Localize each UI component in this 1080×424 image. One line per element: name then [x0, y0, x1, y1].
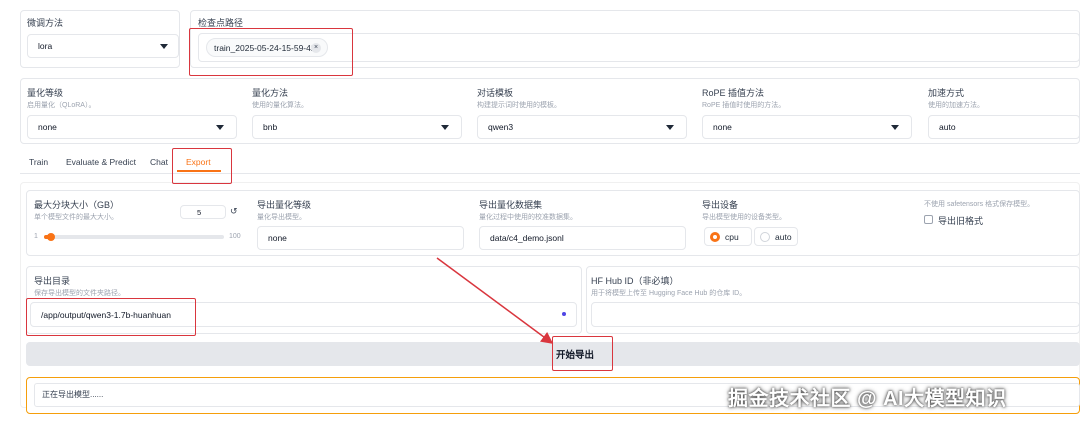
shard-label: 最大分块大小（GB） [34, 200, 120, 210]
checkpoint-input[interactable] [198, 33, 1080, 62]
quant-method-sub: 使用的量化算法。 [252, 102, 308, 109]
export-quant-bit-sub: 量化导出模型。 [257, 214, 306, 221]
checkpoint-chip-label: train_2025-05-24-15-59-42 [214, 42, 316, 53]
export-device-label: 导出设备 [702, 200, 739, 210]
reset-icon[interactable]: ↺ [230, 206, 238, 217]
finetune-label: 微调方法 [27, 18, 64, 28]
template-label: 对话模板 [477, 88, 514, 98]
shard-slider-track[interactable] [44, 233, 224, 241]
checkpoint-chip: train_2025-05-24-15-59-42 × [206, 38, 328, 57]
tab-train[interactable]: Train [29, 157, 48, 167]
rope-select[interactable]: none [702, 115, 912, 139]
chevron-down-icon [891, 125, 899, 130]
chevron-down-icon [216, 125, 224, 130]
export-quant-bit-label: 导出量化等级 [257, 200, 312, 210]
export-quant-dataset-sub: 量化过程中使用的校准数据集。 [479, 214, 577, 221]
chevron-down-icon [160, 44, 168, 49]
booster-sub: 使用的加速方法。 [928, 102, 984, 109]
rope-sub: RoPE 插值时使用的方法。 [702, 102, 786, 109]
finetune-select[interactable]: lora [27, 34, 179, 58]
quant-bit-label: 量化等级 [27, 88, 64, 98]
quant-bit-select[interactable]: none [27, 115, 237, 139]
tab-active-underline [177, 170, 221, 172]
export-dir-sub: 保存导出模型的文件夹路径。 [34, 290, 125, 297]
shard-sub: 单个模型文件的最大大小。 [34, 214, 118, 221]
device-radio-auto-label: auto [775, 231, 792, 242]
export-legacy-hint: 不使用 safetensors 格式保存模型。 [924, 201, 1035, 208]
quant-bit-sub: 启用量化（QLoRA）。 [27, 102, 96, 109]
tab-export[interactable]: Export [186, 157, 211, 167]
device-radio-auto[interactable]: auto [754, 227, 798, 246]
export-legacy-label: 导出旧格式 [938, 216, 984, 226]
radio-selected-icon [710, 232, 720, 242]
export-quant-dataset-label: 导出量化数据集 [479, 200, 543, 210]
tab-chat[interactable]: Chat [150, 157, 168, 167]
shard-max: 100 [229, 233, 241, 240]
watermark: 掘金技术社区 @ AI大模型知识 [728, 388, 1007, 410]
radio-unselected-icon [760, 232, 770, 242]
quant-method-select[interactable]: bnb [252, 115, 462, 139]
booster-label: 加速方式 [928, 88, 965, 98]
booster-select[interactable]: auto [928, 115, 1080, 139]
tab-evaluate-predict[interactable]: Evaluate & Predict [66, 157, 136, 167]
checkpoint-label: 检查点路径 [198, 18, 244, 28]
start-export-button-label: 开始导出 [556, 350, 595, 361]
export-quant-dataset-input[interactable]: data/c4_demo.jsonl [479, 226, 686, 250]
hub-label: HF Hub ID（非必填） [591, 276, 679, 286]
export-dir-label: 导出目录 [34, 276, 71, 286]
device-radio-cpu[interactable]: cpu [704, 227, 752, 246]
chevron-down-icon [441, 125, 449, 130]
export-status-text: 正在导出模型...... [42, 390, 104, 399]
export-dir-input[interactable]: /app/output/qwen3-1.7b-huanhuan [30, 302, 577, 327]
close-icon[interactable]: × [311, 43, 321, 53]
shard-min: 1 [34, 233, 38, 240]
device-radio-cpu-label: cpu [725, 231, 739, 242]
export-quant-bit-input[interactable]: none [257, 226, 464, 250]
export-device-sub: 导出模型使用的设备类型。 [702, 214, 786, 221]
start-export-button[interactable] [26, 342, 1080, 366]
loading-dot-icon [562, 312, 566, 316]
template-sub: 构建提示词时使用的模板。 [477, 102, 561, 109]
shard-number-input[interactable]: 5 [180, 205, 226, 219]
template-select[interactable]: qwen3 [477, 115, 687, 139]
export-legacy-checkbox[interactable] [924, 215, 933, 224]
rope-label: RoPE 插值方法 [702, 88, 765, 98]
hub-sub: 用于将模型上传至 Hugging Face Hub 的仓库 ID。 [591, 290, 747, 297]
hub-input[interactable] [591, 302, 1080, 327]
quant-method-label: 量化方法 [252, 88, 289, 98]
chevron-down-icon [666, 125, 674, 130]
tabs-divider [20, 173, 1080, 174]
